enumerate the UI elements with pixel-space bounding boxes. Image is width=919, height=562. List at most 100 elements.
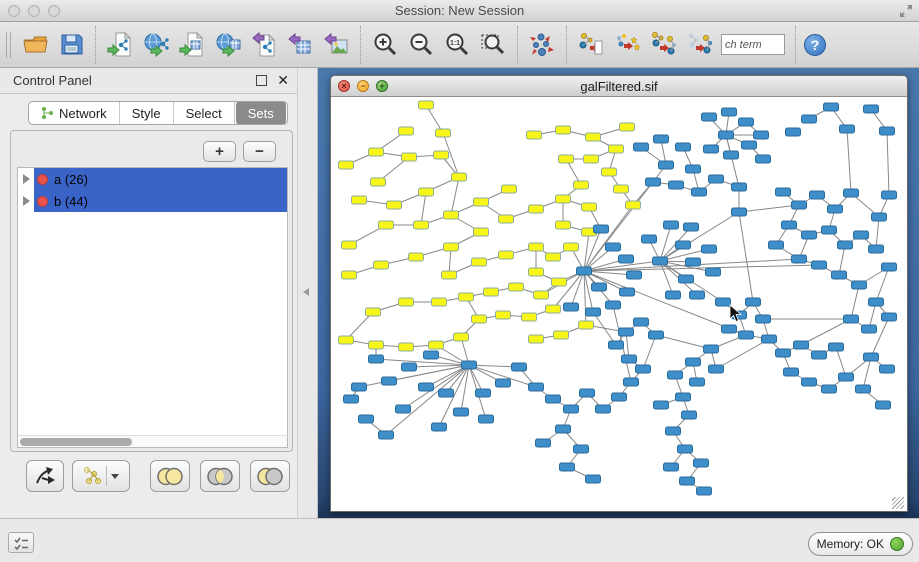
graph-node-blue[interactable] <box>536 439 551 447</box>
graph-node-yellow[interactable] <box>529 335 544 343</box>
graph-node-yellow[interactable] <box>602 168 617 176</box>
graph-node-yellow[interactable] <box>499 215 514 223</box>
graph-node-blue[interactable] <box>627 271 642 279</box>
graph-node-blue[interactable] <box>839 373 854 381</box>
graph-node-blue[interactable] <box>676 393 691 401</box>
graph-node-yellow[interactable] <box>472 315 487 323</box>
import-network-from-url-button[interactable] <box>138 25 174 65</box>
graph-node-yellow[interactable] <box>387 201 402 209</box>
graph-node-blue[interactable] <box>838 241 853 249</box>
graph-node-blue[interactable] <box>574 445 589 453</box>
graph-node-blue[interactable] <box>592 283 607 291</box>
graph-edge[interactable] <box>739 212 753 302</box>
graph-node-blue[interactable] <box>586 308 601 316</box>
network-window[interactable]: × − + galFiltered.sif <box>330 75 908 512</box>
graph-node-blue[interactable] <box>876 401 891 409</box>
graph-node-blue[interactable] <box>684 223 699 231</box>
graph-node-blue[interactable] <box>880 127 895 135</box>
graph-node-blue[interactable] <box>586 475 601 483</box>
graph-node-blue[interactable] <box>676 241 691 249</box>
graph-node-yellow[interactable] <box>444 211 459 219</box>
difference-sets-button[interactable] <box>250 460 290 492</box>
graph-node-yellow[interactable] <box>429 341 444 349</box>
graph-node-blue[interactable] <box>722 325 737 333</box>
export-table-button[interactable] <box>282 25 318 65</box>
graph-node-yellow[interactable] <box>584 155 599 163</box>
graph-node-yellow[interactable] <box>352 196 367 204</box>
graph-edge[interactable] <box>451 177 459 215</box>
tab-style[interactable]: Style <box>120 101 174 125</box>
graph-node-blue[interactable] <box>619 328 634 336</box>
graph-node-blue[interactable] <box>612 393 627 401</box>
graph-node-blue[interactable] <box>786 128 801 136</box>
graph-node-blue[interactable] <box>594 225 609 233</box>
graph-node-blue[interactable] <box>824 103 839 111</box>
graph-node-yellow[interactable] <box>399 298 414 306</box>
graph-node-yellow[interactable] <box>484 288 499 296</box>
graph-node-blue[interactable] <box>664 463 679 471</box>
graph-node-blue[interactable] <box>702 113 717 121</box>
fullscreen-icon[interactable] <box>899 4 913 18</box>
graph-node-yellow[interactable] <box>371 178 386 186</box>
graph-node-blue[interactable] <box>476 389 491 397</box>
graph-node-blue[interactable] <box>739 331 754 339</box>
import-table-from-file-button[interactable] <box>174 25 210 65</box>
graph-node-yellow[interactable] <box>419 101 434 109</box>
tab-network[interactable]: Network <box>29 101 120 125</box>
network-window-titlebar[interactable]: × − + galFiltered.sif <box>331 76 907 97</box>
graph-node-blue[interactable] <box>694 459 709 467</box>
graph-node-yellow[interactable] <box>444 243 459 251</box>
graph-node-yellow[interactable] <box>409 253 424 261</box>
graph-node-blue[interactable] <box>724 151 739 159</box>
graph-node-blue[interactable] <box>792 201 807 209</box>
horizontal-scrollbar[interactable] <box>17 435 288 448</box>
graph-node-blue[interactable] <box>742 141 757 149</box>
graph-edge[interactable] <box>871 317 889 357</box>
graph-node-blue[interactable] <box>419 383 434 391</box>
graph-node-blue[interactable] <box>609 341 624 349</box>
graph-node-yellow[interactable] <box>339 161 354 169</box>
graph-node-blue[interactable] <box>666 427 681 435</box>
graph-node-yellow[interactable] <box>369 148 384 156</box>
add-set-button[interactable]: + <box>203 141 236 162</box>
graph-node-yellow[interactable] <box>442 271 457 279</box>
graph-node-yellow[interactable] <box>559 155 574 163</box>
graph-node-yellow[interactable] <box>556 195 571 203</box>
graph-node-blue[interactable] <box>732 183 747 191</box>
graph-edge[interactable] <box>656 335 711 349</box>
graph-node-blue[interactable] <box>692 188 707 196</box>
help-button[interactable]: ? <box>804 34 826 56</box>
graph-edge[interactable] <box>726 135 739 187</box>
graph-node-blue[interactable] <box>840 125 855 133</box>
graph-node-blue[interactable] <box>854 231 869 239</box>
select-all-neighbors-button[interactable] <box>645 25 681 65</box>
union-sets-button[interactable] <box>150 460 190 492</box>
graph-node-blue[interactable] <box>369 355 384 363</box>
graph-node-blue[interactable] <box>636 365 651 373</box>
graph-node-yellow[interactable] <box>454 333 469 341</box>
graph-node-blue[interactable] <box>454 408 469 416</box>
graph-node-blue[interactable] <box>512 363 527 371</box>
graph-node-yellow[interactable] <box>339 336 354 344</box>
zoom-actual-size-button[interactable]: 1:1 <box>439 25 475 65</box>
graph-node-blue[interactable] <box>439 389 454 397</box>
graph-node-blue[interactable] <box>668 371 683 379</box>
graph-node-blue[interactable] <box>864 353 879 361</box>
graph-node-yellow[interactable] <box>474 228 489 236</box>
graph-node-yellow[interactable] <box>614 185 629 193</box>
graph-node-blue[interactable] <box>682 411 697 419</box>
zoom-out-button[interactable] <box>403 25 439 65</box>
close-panel-icon[interactable]: ✕ <box>277 72 289 89</box>
graph-node-blue[interactable] <box>756 315 771 323</box>
graph-node-blue[interactable] <box>479 415 494 423</box>
graph-node-blue[interactable] <box>564 405 579 413</box>
graph-node-yellow[interactable] <box>579 321 594 329</box>
graph-node-yellow[interactable] <box>419 188 434 196</box>
network-canvas[interactable] <box>331 97 905 510</box>
minimize-network-window-icon[interactable]: − <box>357 80 369 92</box>
graph-node-yellow[interactable] <box>626 201 641 209</box>
network-graph[interactable] <box>331 97 905 510</box>
graph-node-blue[interactable] <box>882 263 897 271</box>
graph-node-yellow[interactable] <box>546 305 561 313</box>
graph-node-yellow[interactable] <box>342 241 357 249</box>
